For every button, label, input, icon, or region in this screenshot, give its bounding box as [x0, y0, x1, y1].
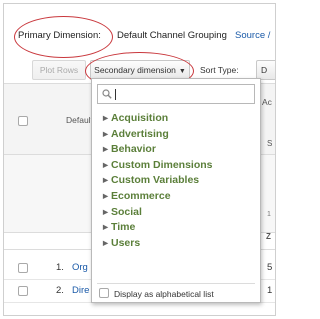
category-behavior[interactable]: ▶ Behavior	[92, 142, 262, 158]
category-label: Advertising	[111, 127, 169, 140]
row-number: 1.	[56, 262, 64, 273]
row-dimension-link[interactable]: Org	[72, 262, 88, 273]
expand-arrow-icon: ▶	[103, 146, 108, 154]
metric-group-header: Ac	[262, 97, 272, 107]
plot-rows-button[interactable]: Plot Rows	[32, 60, 86, 80]
metric-column-header[interactable]: S	[267, 139, 272, 148]
expand-arrow-icon: ▶	[103, 224, 108, 232]
row-dimension-link[interactable]: Dire	[72, 285, 89, 296]
category-time[interactable]: ▶ Time	[92, 220, 262, 236]
category-label: Acquisition	[111, 112, 169, 124]
report-panel: Primary Dimension: Default Channel Group…	[3, 3, 276, 316]
category-label: Custom Dimensions	[111, 158, 213, 171]
category-label: Behavior	[111, 143, 156, 156]
row-checkbox[interactable]	[18, 286, 28, 296]
sort-type-label: Sort Type:	[200, 65, 239, 75]
dropdown-divider	[97, 283, 255, 284]
dimension-search-input[interactable]	[118, 86, 248, 102]
annotation-circle-primary	[14, 16, 113, 58]
expand-arrow-icon: ▶	[103, 192, 108, 200]
dimension-search-box[interactable]	[97, 84, 255, 104]
select-all-checkbox[interactable]	[18, 116, 28, 126]
sort-type-select[interactable]: D	[256, 60, 275, 80]
alphabetical-list-label: Display as alphabetical list	[114, 289, 214, 299]
expand-arrow-icon: ▶	[103, 208, 108, 216]
category-social[interactable]: ▶ Social	[92, 205, 262, 221]
category-advertising[interactable]: ▶ Advertising	[92, 127, 262, 143]
category-label: Custom Variables	[111, 174, 200, 187]
row-value: 1	[267, 285, 273, 296]
category-label: Time	[111, 221, 136, 234]
expand-arrow-icon: ▶	[103, 239, 108, 247]
primary-dimension-value[interactable]: Default Channel Grouping	[117, 30, 227, 41]
dimension-category-list: ▶ Acquisition ▶ Advertising ▶ Behavior ▶ Cus…	[92, 111, 262, 251]
expand-arrow-icon: ▶	[103, 177, 108, 185]
category-custom-dimensions[interactable]: ▶ Custom Dimensions	[92, 158, 262, 174]
category-acquisition[interactable]: ▶ Acquisition	[92, 111, 262, 127]
row-checkbox[interactable]	[18, 263, 28, 273]
expand-arrow-icon: ▶	[103, 130, 108, 138]
row-value: 5	[267, 262, 273, 273]
category-label: Social	[111, 205, 142, 218]
expand-arrow-icon: ▶	[103, 115, 108, 122]
alphabetical-list-option[interactable]: Display as alphabetical list	[99, 288, 214, 299]
row-number: 2.	[56, 285, 64, 296]
secondary-dimension-dropdown: ▶ Acquisition ▶ Advertising ▶ Behavior ▶ Cus…	[91, 78, 261, 303]
dimension-column-header[interactable]: Default	[66, 115, 93, 125]
summary-value-small: 1	[267, 211, 271, 218]
category-label: Ecommerce	[111, 189, 171, 202]
summary-value: Z	[266, 232, 271, 241]
alphabetical-list-checkbox[interactable]	[99, 288, 109, 298]
category-custom-variables[interactable]: ▶ Custom Variables	[92, 173, 262, 189]
text-cursor	[115, 89, 116, 100]
category-label: Users	[111, 236, 141, 249]
category-ecommerce[interactable]: ▶ Ecommerce	[92, 189, 262, 205]
category-users[interactable]: ▶ Users	[92, 236, 262, 252]
expand-arrow-icon: ▶	[103, 161, 108, 169]
source-dimension-link[interactable]: Source /	[235, 30, 270, 41]
search-icon	[102, 89, 112, 99]
